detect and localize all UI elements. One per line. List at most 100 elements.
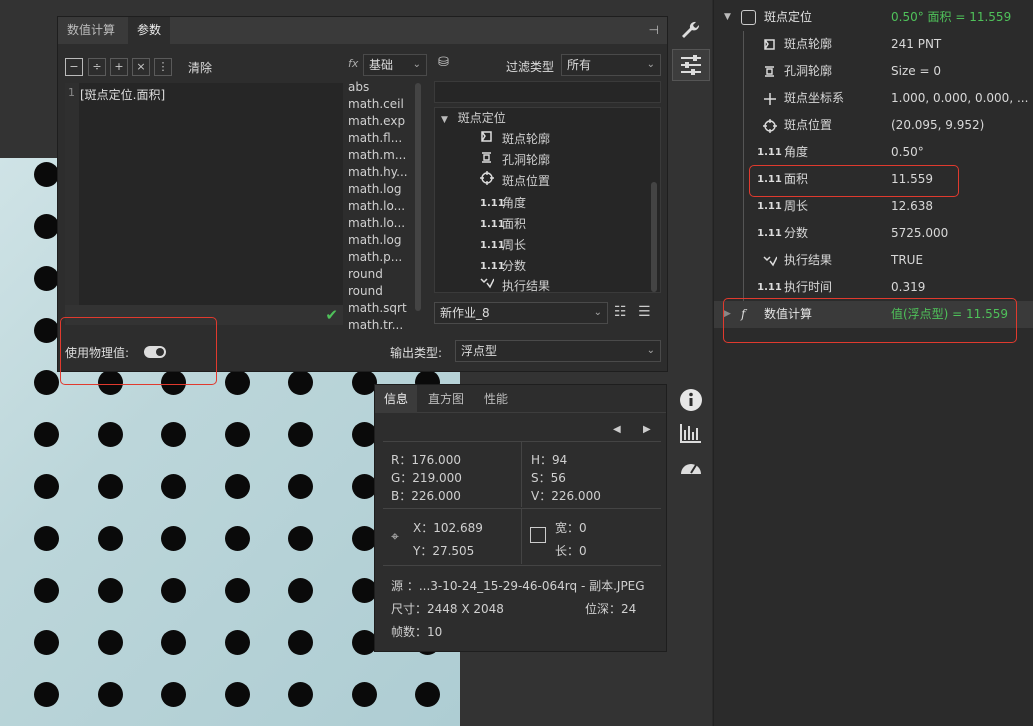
calibration-dot: [34, 162, 59, 187]
tree-item[interactable]: 1.11角度: [480, 192, 526, 213]
tree-item-label: 执行结果: [502, 279, 551, 293]
calibration-dot: [161, 630, 186, 655]
result-row[interactable]: 1.11 角度 0.50°: [714, 139, 1033, 166]
sliders-icon[interactable]: [672, 49, 710, 81]
plus-button[interactable]: +: [110, 58, 128, 76]
wrench-icon[interactable]: [672, 15, 710, 47]
calibration-dot: [34, 682, 59, 707]
function-list-scrollbar[interactable]: [415, 83, 421, 311]
result-row[interactable]: 孔洞轮廓 Size = 0: [714, 58, 1033, 85]
expand-icon[interactable]: ▼: [441, 115, 448, 125]
expand-icon[interactable]: ▼: [724, 4, 731, 31]
expression-text[interactable]: [斑点定位.面积]: [80, 86, 165, 103]
result-value: Size = 0: [891, 64, 941, 78]
tree-item[interactable]: 1.11周长: [480, 234, 526, 255]
tree-item-label: 斑点位置: [502, 174, 551, 188]
rgb-r: R：176.000: [391, 453, 461, 467]
pin-icon[interactable]: ⊣: [649, 23, 659, 37]
tab-histogram[interactable]: 直方图: [419, 385, 473, 413]
calibration-dot: [97, 578, 123, 603]
line-gutter: [65, 83, 79, 307]
tree-view-icon[interactable]: ☷: [614, 304, 627, 320]
variable-tree[interactable]: ▼ 斑点定位 斑点轮廓 孔洞轮廓 斑点位置 1.11角度 1.11面积 1.11周长 1.1…: [434, 107, 661, 293]
divide-button[interactable]: ÷: [88, 58, 106, 76]
output-type-value: 浮点型: [461, 344, 498, 358]
tab-performance[interactable]: 性能: [475, 385, 517, 413]
selection-width: 宽：0: [555, 521, 587, 535]
highlight-physical-value: [60, 317, 217, 385]
calibration-dot: [288, 422, 313, 447]
result-value: 0.50°: [891, 145, 924, 159]
calibration-dot: [34, 422, 59, 447]
list-view-icon[interactable]: ☰: [638, 304, 651, 320]
divider: [383, 565, 661, 566]
histogram-icon[interactable]: [672, 417, 710, 449]
minus-button[interactable]: −: [65, 58, 83, 76]
calibration-dot: [224, 474, 250, 499]
result-label: 孔洞轮廓: [784, 64, 833, 78]
output-type-select[interactable]: 浮点型 ⌄: [455, 340, 661, 362]
calibration-dot: [34, 318, 59, 343]
info-icon[interactable]: [672, 384, 710, 416]
result-row[interactable]: 1.11 周长 12.638: [714, 193, 1033, 220]
gauge-icon[interactable]: [672, 451, 710, 483]
tab-parameters[interactable]: 参数: [128, 17, 171, 44]
result-root-label: 斑点定位: [764, 10, 813, 24]
divider: [521, 508, 522, 564]
filter-search-input[interactable]: [434, 81, 661, 103]
contour-icon: [762, 37, 777, 52]
result-row[interactable]: 斑点轮廓 241 PNT: [714, 31, 1033, 58]
divider: [383, 441, 661, 442]
expression-editor[interactable]: 1 [斑点定位.面积] ✔: [65, 83, 343, 325]
calibration-dot: [34, 630, 59, 655]
tree-scrollbar[interactable]: [651, 182, 657, 292]
result-row[interactable]: 1.11 执行时间 0.319: [714, 274, 1033, 301]
crosshair-icon: ⌖: [391, 529, 399, 545]
multiply-button[interactable]: ×: [132, 58, 150, 76]
tab-calculation[interactable]: 数值计算: [58, 17, 124, 44]
tree-item[interactable]: 1.11面积: [480, 213, 526, 234]
result-row[interactable]: 1.11 分数 5725.000: [714, 220, 1033, 247]
tree-item-label: 周长: [502, 237, 527, 252]
number-icon: 1.11: [480, 198, 505, 209]
job-select[interactable]: 新作业_8 ⌄: [434, 302, 608, 324]
calibration-dot: [97, 422, 123, 447]
filter-type-select[interactable]: 所有 ⌄: [561, 54, 661, 76]
calibration-dot: [288, 526, 313, 551]
result-row[interactable]: 斑点位置 (20.095, 9.952): [714, 112, 1033, 139]
tree-root-label: 斑点定位: [457, 111, 506, 125]
result-value: 1.000, 0.000, 0.000, ...: [891, 91, 1029, 105]
tree-item[interactable]: 斑点轮廓: [480, 129, 550, 150]
result-root-row[interactable]: ▼ 斑点定位 0.50° 面积 = 11.559: [714, 4, 1033, 31]
calibration-dot: [97, 682, 123, 707]
result-label: 斑点坐标系: [784, 91, 845, 105]
side-toolbar: [670, 15, 712, 515]
calibration-dot: [351, 474, 377, 499]
clear-button[interactable]: 清除: [188, 59, 212, 76]
tree-item-label: 斑点轮廓: [502, 132, 551, 146]
more-ops-button[interactable]: ⋮: [154, 58, 172, 76]
number-icon: 1.11: [757, 228, 782, 239]
tree-item[interactable]: 执行结果: [480, 276, 550, 297]
tree-root[interactable]: ▼ 斑点定位: [441, 108, 506, 129]
fx-icon: fx: [348, 57, 359, 70]
calibration-dot: [288, 682, 313, 707]
image-source: 源 ：...3-10-24_15-29-46-064rq - 副本.JPEG: [391, 579, 645, 593]
job-select-value: 新作业_8: [440, 306, 490, 320]
function-category-value: 基础: [369, 58, 394, 72]
highlight-calc-row: [723, 298, 1017, 343]
next-arrow-icon[interactable]: ▶: [643, 424, 651, 435]
tab-info[interactable]: 信息: [375, 385, 418, 413]
output-type-label: 输出类型:: [390, 346, 443, 360]
tree-item[interactable]: 孔洞轮廓: [480, 150, 550, 171]
tree-item[interactable]: 1.11分数: [480, 255, 526, 276]
result-row[interactable]: 执行结果 TRUE: [714, 247, 1033, 274]
result-row[interactable]: 斑点坐标系 1.000, 0.000, 0.000, ...: [714, 85, 1033, 112]
calibration-dot: [351, 630, 377, 655]
function-category-select[interactable]: 基础 ⌄: [363, 54, 427, 76]
calibration-dot: [161, 682, 186, 707]
prev-arrow-icon[interactable]: ◀: [613, 424, 621, 435]
tree-item[interactable]: 斑点位置: [480, 171, 550, 192]
image-bit-depth: 位深：24: [585, 602, 637, 616]
function-item[interactable]: math.tr...: [348, 317, 426, 329]
